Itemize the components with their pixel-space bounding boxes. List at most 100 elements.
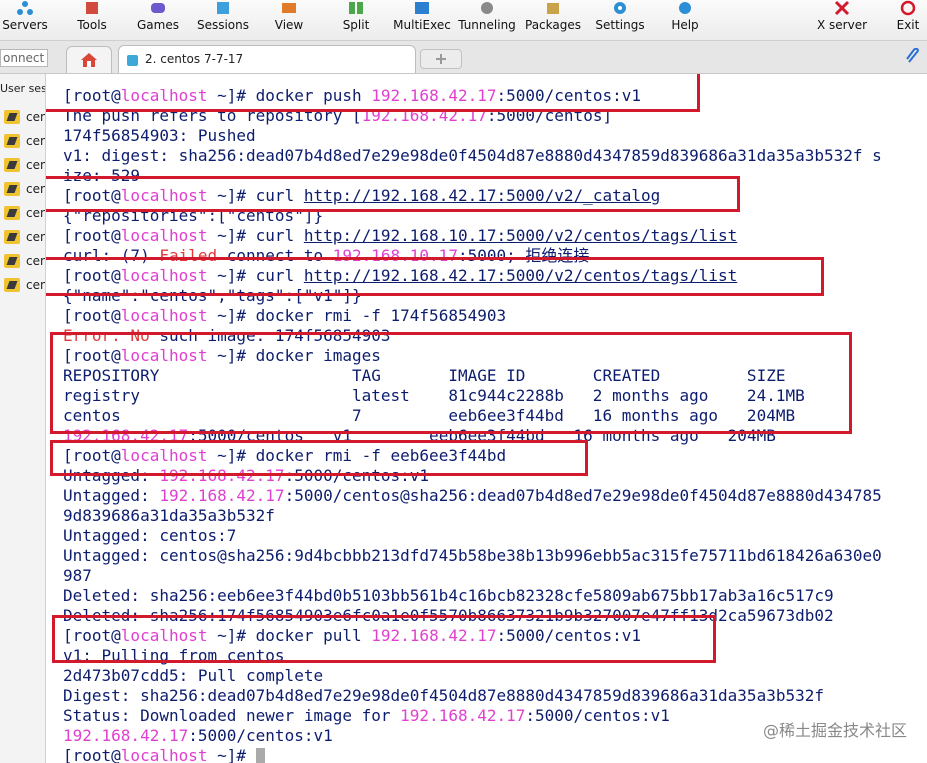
toolbar-label: Servers (2, 18, 48, 32)
key-icon (4, 278, 20, 292)
terminal-text: [root@ (63, 226, 121, 245)
terminal-text: :5000/centos@sha256:dead07b4d8ed7e29e98d… (284, 486, 882, 505)
terminal-text: ~]# (207, 746, 256, 763)
tab-bar: onnect 2. centos 7-7-17 (0, 41, 927, 74)
toolbar-label: Split (342, 18, 370, 32)
sidebar-item-label: cen (26, 230, 46, 244)
highlight-box-pull (52, 615, 716, 663)
toolbar-label: Games (137, 18, 179, 32)
sidebar-item-session[interactable]: cen (2, 252, 46, 270)
terminal-text: Untagged: (63, 486, 160, 505)
terminal-line: Untagged: 192.168.42.17:5000/centos@sha2… (63, 486, 882, 506)
terminal-text: localhost (120, 746, 208, 763)
multiexec-icon (415, 2, 429, 14)
terminal-text: Deleted: sha256:eeb6ee3f44bd0b5103bb561b… (63, 586, 834, 605)
highlight-box-images (50, 332, 852, 434)
toolbar-label: Packages (525, 18, 581, 32)
terminal-text: 174f56854903: Pushed (63, 126, 256, 145)
sidebar-item-label: cen (26, 110, 46, 124)
sessions-icon (217, 2, 229, 14)
key-icon (4, 254, 20, 268)
terminal-line: [root@localhost ~]# (63, 746, 265, 763)
terminal-text: ~]# curl (207, 226, 304, 245)
highlight-box-push (46, 74, 700, 112)
terminal-text: 987 (63, 566, 92, 585)
multiexec-button[interactable]: MultiExec (392, 0, 452, 40)
sidebar-item-session[interactable]: cen (2, 228, 46, 246)
toolbar-label: Help (671, 18, 699, 32)
games-button[interactable]: Games (132, 0, 184, 40)
terminal-text: Status: Downloaded newer image for (63, 706, 401, 725)
terminal-line: 9d839686a31da35a3b532f (63, 506, 275, 526)
terminal-line: Untagged: centos:7 (63, 526, 236, 546)
paperclip-icon[interactable] (905, 48, 921, 64)
tunneling-button[interactable]: Tunneling (456, 0, 518, 40)
toolbar-label: MultiExec (393, 18, 451, 32)
exit-button[interactable]: Exit (890, 0, 926, 40)
terminal-text: 192.168.42.17 (400, 706, 526, 725)
sidebar-item-session[interactable]: cen (2, 108, 46, 126)
settings-icon (614, 2, 626, 14)
xserver-button[interactable]: X server (814, 0, 870, 40)
terminal-line: Deleted: sha256:eeb6ee3f44bd0b5103bb561b… (63, 586, 834, 606)
terminal-text: ~]# docker rmi -f 174f56854903 (207, 306, 507, 325)
sidebar-item-session[interactable]: cen (2, 132, 45, 150)
sidebar-item-label: cen (26, 206, 46, 220)
quick-connect-input[interactable]: onnect (0, 49, 48, 67)
terminal-tab-icon (127, 55, 138, 66)
terminal-line: [root@localhost ~]# curl http://192.168.… (63, 226, 737, 246)
view-button[interactable]: View (266, 0, 312, 40)
split-button[interactable]: Split (333, 0, 379, 40)
terminal-line: 2d473b07cdd5: Pull complete (63, 666, 323, 686)
sessions-button[interactable]: Sessions (195, 0, 251, 40)
terminal-pane[interactable]: [root@localhost ~]# 192.168.42.17:5000/c… (46, 74, 927, 763)
terminal-text: localhost (120, 306, 208, 325)
terminal-line: 987 (63, 566, 92, 586)
terminal-line: [root@localhost ~]# docker rmi -f 174f56… (63, 306, 506, 326)
terminal-text: 192.168.42.17 (63, 726, 189, 745)
sidebar-item-label: cen (26, 278, 46, 292)
key-icon (4, 158, 20, 172)
key-icon (4, 110, 20, 124)
key-icon (4, 134, 20, 148)
sidebar-item-session[interactable]: cen (2, 156, 45, 174)
terminal-text: 192.168.42.17 (159, 486, 285, 505)
terminal-text: Untagged: centos@sha256:9d4bcbbb213dfd74… (63, 546, 882, 565)
sessions-sidebar: User ses cen cen cen cen cen cen cen cen (0, 74, 46, 763)
toolbar-label: View (274, 18, 304, 32)
sidebar-item-session[interactable]: cen (2, 204, 46, 222)
terminal-line: 192.168.42.17:5000/centos:v1 (63, 726, 333, 746)
sidebar-header: User ses (0, 82, 46, 95)
new-tab-button[interactable] (420, 49, 462, 69)
home-icon (81, 53, 97, 67)
xserver-icon (834, 0, 850, 16)
toolbar-label: Settings (595, 18, 645, 32)
highlight-box-catalog (46, 176, 740, 212)
sidebar-item-label: cen (26, 182, 46, 196)
terminal-text: localhost (120, 226, 208, 245)
terminal-line: Digest: sha256:dead07b4d8ed7e29e98de0f45… (63, 686, 824, 706)
terminal-text: :5000/centos:v1 (525, 706, 670, 725)
key-icon (4, 182, 20, 196)
help-button[interactable]: Help (663, 0, 707, 40)
home-tab[interactable] (66, 46, 112, 73)
packages-button[interactable]: Packages (522, 0, 584, 40)
terminal-text: [root@ (63, 306, 121, 325)
sidebar-item-session[interactable]: cen (2, 276, 46, 294)
terminal-text: 9d839686a31da35a3b532f (63, 506, 275, 525)
sidebar-item-label: cen (26, 254, 46, 268)
watermark: @稀土掘金技术社区 (762, 721, 907, 740)
servers-icon (17, 1, 33, 15)
view-icon (282, 3, 296, 13)
plus-icon (436, 54, 446, 64)
toolbar-label: X server (816, 18, 868, 32)
settings-button[interactable]: Settings (592, 0, 648, 40)
terminal-text: Digest: sha256:dead07b4d8ed7e29e98de0f45… (63, 686, 824, 705)
tab-centos[interactable]: 2. centos 7-7-17 (118, 45, 416, 73)
terminal-line: 174f56854903: Pushed (63, 126, 256, 146)
terminal-text: 2d473b07cdd5: Pull complete (63, 666, 324, 685)
sidebar-item-session[interactable]: cen (2, 180, 46, 198)
servers-button[interactable]: Servers (0, 0, 50, 40)
tools-button[interactable]: Tools (66, 0, 118, 40)
highlight-box-rmi (50, 440, 588, 476)
